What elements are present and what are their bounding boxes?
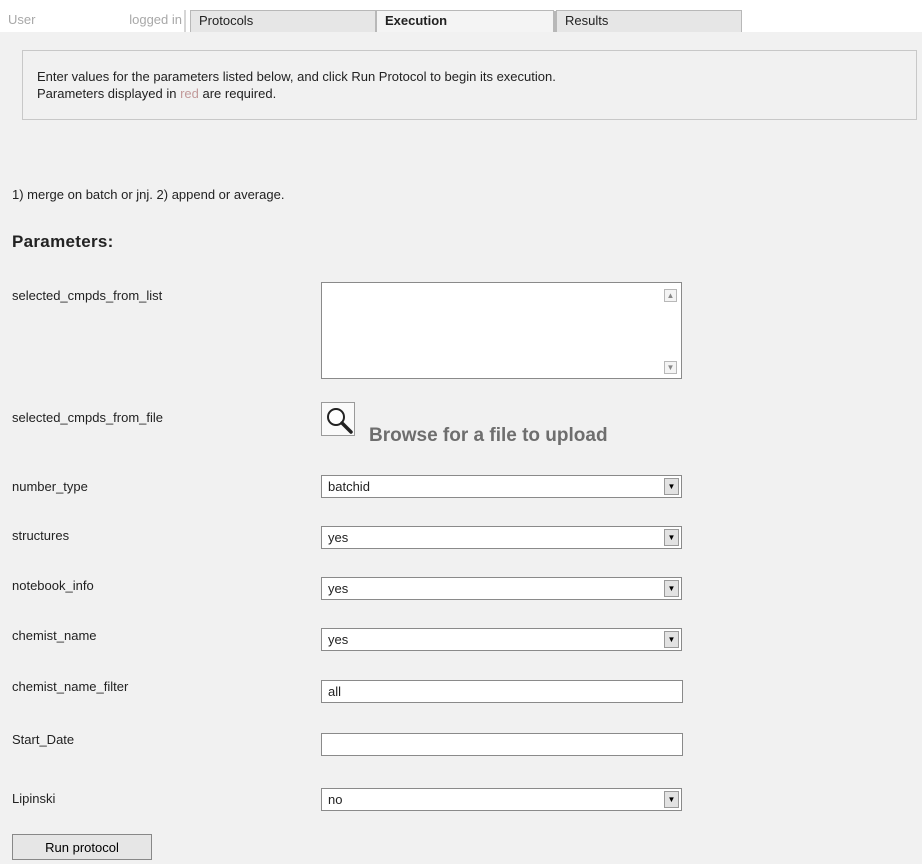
- triangle-down-icon[interactable]: ▼: [664, 580, 679, 597]
- magnifier-icon: [321, 402, 355, 436]
- instructions-text: Parameters displayed in: [37, 86, 181, 101]
- execution-panel: Enter values for the parameters listed b…: [0, 32, 922, 864]
- selected-value: batchid: [328, 479, 370, 494]
- browse-file-label: Browse for a file to upload: [369, 425, 608, 446]
- param-label-selected-cmpds-from-file: selected_cmpds_from_file: [12, 410, 164, 425]
- instructions-text: are required.: [198, 86, 277, 101]
- user-label: User: [8, 12, 36, 27]
- selected-value: no: [328, 792, 343, 807]
- user-status: User logged in: [6, 10, 186, 32]
- selected-cmpds-list-textarea[interactable]: ▲ ▼: [321, 282, 682, 379]
- param-label-number-type: number_type: [12, 479, 88, 494]
- notebook-info-select[interactable]: yes ▼: [321, 577, 682, 600]
- start-date-input[interactable]: [321, 733, 683, 756]
- instructions-line-1: Enter values for the parameters listed b…: [37, 69, 556, 84]
- instructions-box: Enter values for the parameters listed b…: [22, 50, 917, 120]
- selected-value: yes: [328, 632, 349, 647]
- param-label-structures: structures: [12, 528, 70, 543]
- tab-protocols[interactable]: Protocols: [190, 10, 376, 32]
- selected-value: yes: [328, 530, 349, 545]
- parameters-heading: Parameters:: [12, 232, 114, 251]
- param-label-lipinski: Lipinski: [12, 791, 56, 806]
- param-label-chemist-name: chemist_name: [12, 628, 97, 643]
- param-label-chemist-name-filter: chemist_name_filter: [12, 679, 129, 694]
- required-color-word: red: [180, 86, 199, 101]
- logged-in-label: logged in: [129, 12, 182, 27]
- triangle-down-icon[interactable]: ▼: [664, 478, 679, 495]
- triangle-down-icon[interactable]: ▼: [664, 791, 679, 808]
- triangle-down-icon[interactable]: ▼: [664, 529, 679, 546]
- tab-execution[interactable]: Execution: [376, 10, 556, 33]
- divider: [184, 10, 186, 32]
- lipinski-select[interactable]: no ▼: [321, 788, 682, 811]
- triangle-down-icon[interactable]: ▼: [664, 361, 677, 374]
- instructions-line-2: Parameters displayed in red are required…: [37, 85, 916, 102]
- tab-protocols-label: Protocols: [199, 13, 254, 28]
- run-protocol-button[interactable]: Run protocol: [12, 834, 152, 860]
- param-label-notebook-info: notebook_info: [12, 578, 94, 593]
- tab-results-label: Results: [565, 13, 609, 28]
- chemist-name-select[interactable]: yes ▼: [321, 628, 682, 651]
- top-nav: User logged in Protocols Execution Resul…: [0, 0, 922, 34]
- number-type-select[interactable]: batchid ▼: [321, 475, 682, 498]
- selected-value: yes: [328, 581, 349, 596]
- param-label-start-date: Start_Date: [12, 732, 75, 747]
- tab-results[interactable]: Results: [556, 10, 742, 32]
- chemist-name-filter-input[interactable]: all: [321, 680, 683, 703]
- param-label-selected-cmpds-from-list: selected_cmpds_from_list: [12, 288, 163, 303]
- triangle-down-icon[interactable]: ▼: [664, 631, 679, 648]
- triangle-up-icon[interactable]: ▲: [664, 289, 677, 302]
- structures-select[interactable]: yes ▼: [321, 526, 682, 549]
- input-value: all: [328, 684, 342, 699]
- tab-execution-label: Execution: [385, 13, 448, 28]
- protocol-description: 1) merge on batch or jnj. 2) append or a…: [12, 187, 285, 202]
